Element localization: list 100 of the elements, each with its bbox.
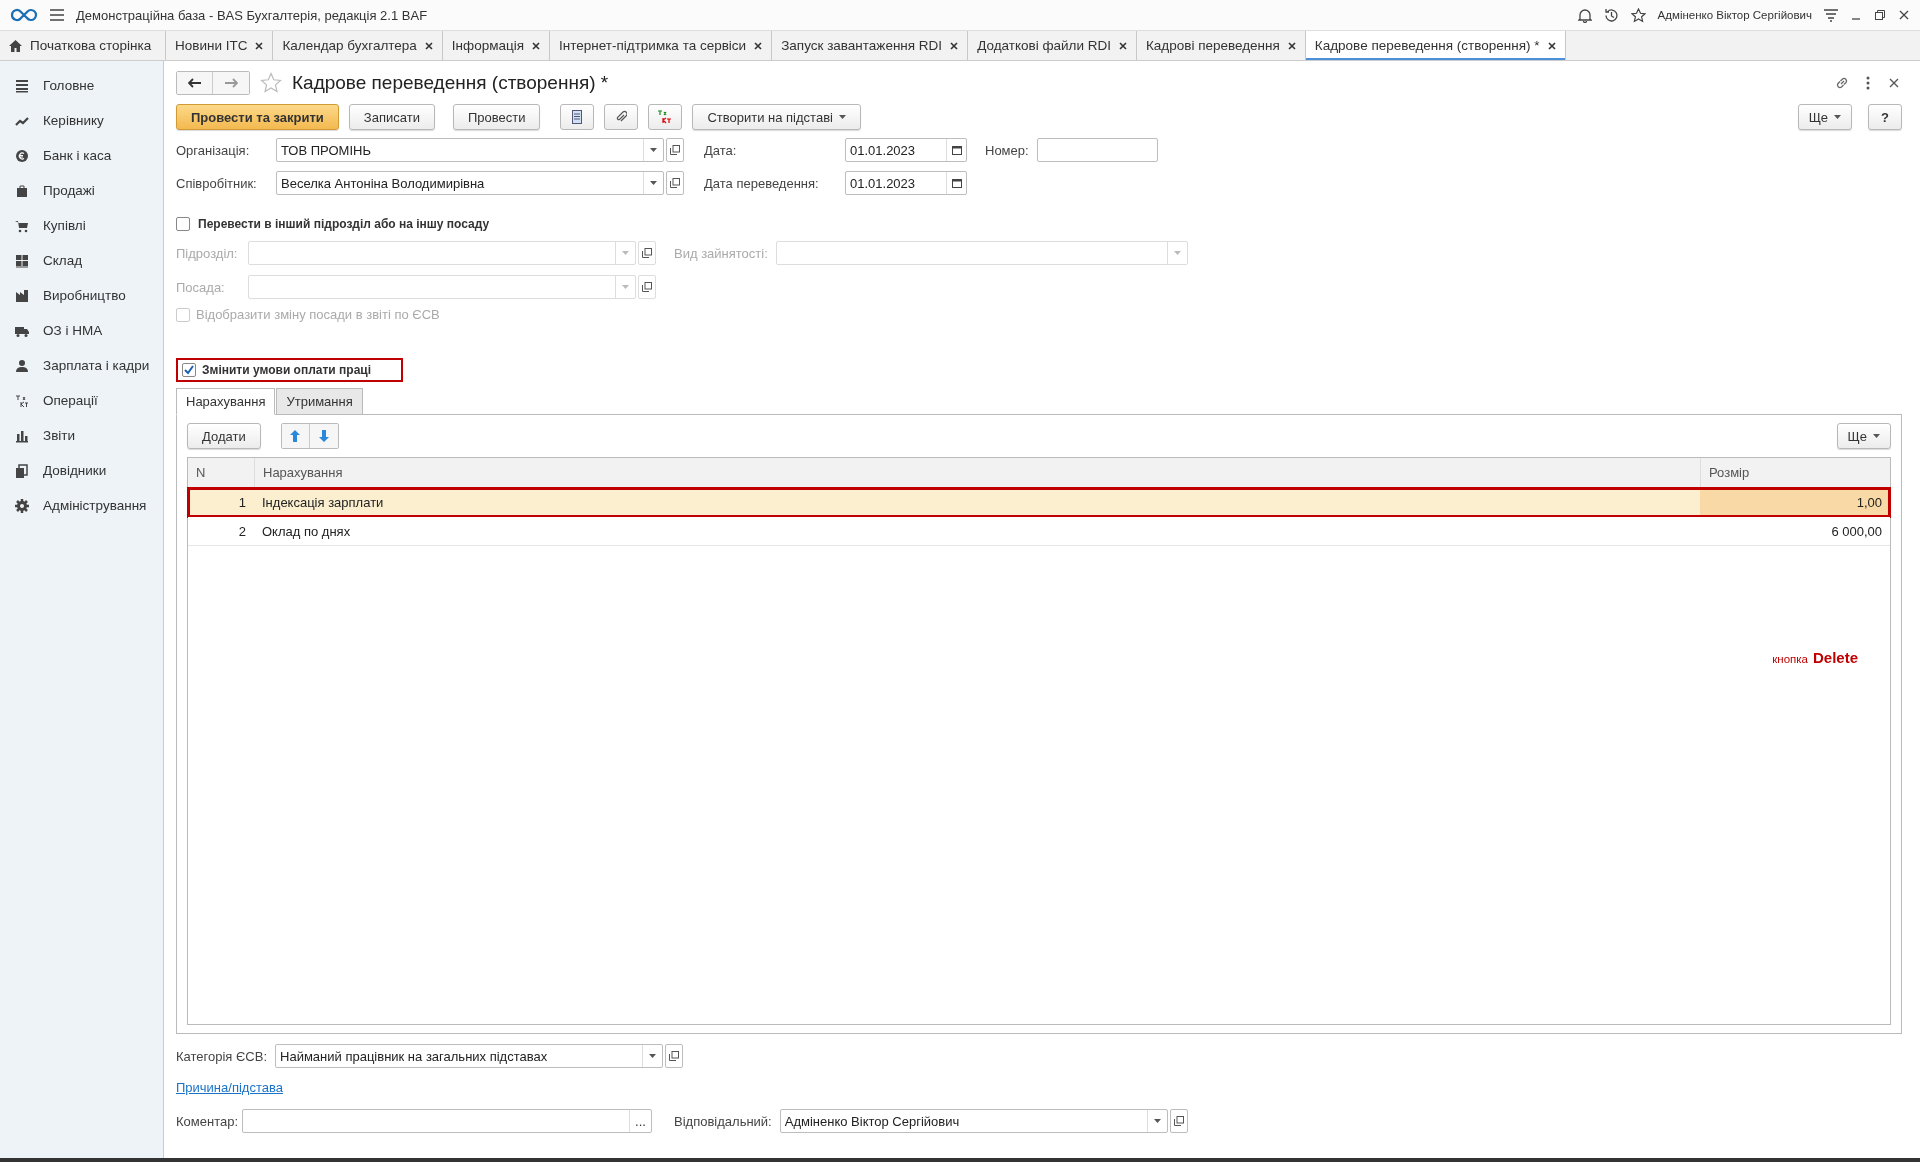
window-title: Демонстраційна база - BAS Бухгалтерія, редакція 2.1 BAF	[76, 7, 428, 23]
open-icon[interactable]	[642, 248, 652, 258]
select-field[interactable]: Адміненко Віктор Сергійович	[779, 1109, 1168, 1133]
debit-credit-icon	[657, 110, 674, 124]
select-field[interactable]: 01.01.2023	[845, 138, 967, 162]
post-and-close-button[interactable]: Провести та закрити	[176, 104, 339, 130]
home-icon[interactable]	[9, 39, 22, 52]
checkbox-label: Відобразити зміну посади в звіті по ЄСВ	[196, 307, 440, 322]
document-button[interactable]	[560, 104, 595, 130]
comment-field[interactable]: ...	[242, 1109, 653, 1133]
tab-label[interactable]: Кадрові переведення	[1145, 38, 1280, 53]
sidebar-item[interactable]: Банк і каса	[0, 138, 163, 173]
field-label: Посада:	[176, 279, 226, 295]
field-label: Коментар:	[176, 1113, 239, 1129]
table-cell-text: 1	[237, 493, 247, 512]
select-field[interactable]: Найманий працівник на загальних підставах	[275, 1044, 664, 1068]
star-icon[interactable]	[260, 72, 282, 94]
close-icon[interactable]	[1118, 41, 1127, 50]
tab-label[interactable]: Запуск завантаження RDI	[781, 38, 943, 53]
cart-icon	[15, 218, 29, 233]
sidebar-item[interactable]: Зарплата і кадри	[0, 348, 163, 383]
tab[interactable]: Нарахування	[176, 388, 276, 415]
calendar-icon[interactable]	[951, 178, 962, 188]
checkbox[interactable]	[176, 217, 190, 231]
close-icon[interactable]	[754, 41, 763, 50]
more-button[interactable]: Ще	[1797, 104, 1853, 130]
help-button[interactable]: ?	[1868, 104, 1902, 130]
open-icon[interactable]	[669, 1051, 680, 1061]
tab-label[interactable]: Інформація	[451, 38, 524, 53]
tab-label[interactable]: Додаткові файли RDI	[977, 38, 1111, 53]
add-button[interactable]: Додати	[187, 423, 261, 449]
ellipsis-button[interactable]: ...	[635, 1113, 646, 1129]
column-header[interactable]: N	[188, 458, 254, 487]
sidebar-item[interactable]: ОЗ і НМА	[0, 313, 163, 348]
attachment-button[interactable]	[604, 104, 639, 130]
sidebar-item[interactable]: Керівнику	[0, 103, 163, 138]
tab[interactable]: Утримання	[276, 388, 363, 415]
debit-credit-button[interactable]	[648, 104, 683, 130]
tab-label[interactable]: Календар бухгалтера	[282, 38, 417, 53]
open-icon[interactable]	[670, 178, 680, 188]
sidebar-item[interactable]: Адміністрування	[0, 488, 163, 523]
more-button[interactable]: Ще	[1836, 423, 1891, 449]
bar-chart-icon	[15, 428, 29, 443]
close-icon[interactable]	[1547, 41, 1556, 50]
checkbox[interactable]	[182, 363, 196, 377]
close-icon[interactable]	[950, 41, 959, 50]
sidebar-item[interactable]: Головне	[0, 68, 163, 103]
tab-label[interactable]: Новини ІТС	[175, 38, 248, 53]
select-field[interactable]: 01.01.2023	[845, 171, 967, 195]
user-name[interactable]: Адміненко Віктор Сергійович	[1657, 9, 1812, 21]
settings-icon	[15, 498, 29, 513]
checkbox-label: Змінити умови оплати праці	[202, 363, 372, 377]
close-icon[interactable]	[255, 41, 264, 50]
arrow-left-icon	[187, 78, 202, 88]
list-icon	[15, 78, 29, 93]
select-field[interactable]: ТОВ ПРОМІНЬ	[276, 138, 664, 162]
reason-link[interactable]: Причина/підстава	[176, 1080, 283, 1095]
create-based-on-button[interactable]: Створити на підставі	[692, 104, 861, 130]
dropdown-icon	[650, 181, 657, 185]
move-down-button[interactable]	[309, 424, 338, 448]
sidebar-item[interactable]: Купівлі	[0, 208, 163, 243]
app-logo-icon[interactable]	[10, 8, 38, 22]
open-icon[interactable]	[1173, 1116, 1184, 1126]
open-icon[interactable]	[642, 282, 652, 292]
move-up-button[interactable]	[281, 424, 310, 448]
link-icon[interactable]	[1834, 75, 1850, 91]
back-button[interactable]	[177, 72, 213, 94]
filter-icon[interactable]	[1824, 8, 1838, 22]
close-icon[interactable]	[424, 41, 433, 50]
tab-label[interactable]: Кадрове переведення (створення) *	[1314, 38, 1540, 53]
table-cell-text: Індексація зарплати	[261, 493, 385, 512]
select-field[interactable]: Веселка Антоніна Володимирівна	[276, 171, 664, 195]
open-tab[interactable]: Кадрове переведення (створення) *	[1305, 31, 1566, 60]
sidebar-item[interactable]: Операції	[0, 383, 163, 418]
toolbar-button[interactable]: Записати	[348, 104, 435, 130]
tab-label[interactable]: Початкова сторінка	[30, 38, 152, 53]
tab-label[interactable]: Інтернет-підтримка та сервіси	[559, 38, 747, 53]
highlighted-table-row[interactable]: 1 Індексація зарплати 1,00	[188, 488, 1890, 517]
sidebar-item[interactable]: Довідники	[0, 453, 163, 488]
open-icon[interactable]	[670, 145, 680, 155]
close-icon[interactable]	[532, 41, 540, 50]
dropdown-icon	[1153, 1119, 1161, 1123]
calendar-icon[interactable]	[951, 145, 962, 155]
menu-icon[interactable]	[50, 9, 64, 21]
sidebar-item[interactable]: Виробництво	[0, 278, 163, 313]
close-icon[interactable]	[1287, 41, 1296, 50]
star-icon[interactable]	[1630, 7, 1646, 23]
bell-icon[interactable]	[1577, 7, 1592, 23]
books-icon	[15, 463, 29, 478]
close-icon[interactable]	[1898, 9, 1910, 21]
field-label: Дата переведення:	[704, 175, 820, 191]
sidebar-item[interactable]: Звіти	[0, 418, 163, 453]
arrow-up-icon	[290, 430, 301, 442]
history-icon[interactable]	[1603, 7, 1619, 23]
toolbar-button[interactable]: Провести	[452, 104, 541, 130]
annotation-text: кнопка	[1772, 653, 1808, 665]
restore-icon[interactable]	[1874, 9, 1886, 21]
number-field[interactable]	[1036, 138, 1158, 162]
sidebar-item[interactable]: Продажі	[0, 173, 163, 208]
sidebar-item[interactable]: Склад	[0, 243, 163, 278]
